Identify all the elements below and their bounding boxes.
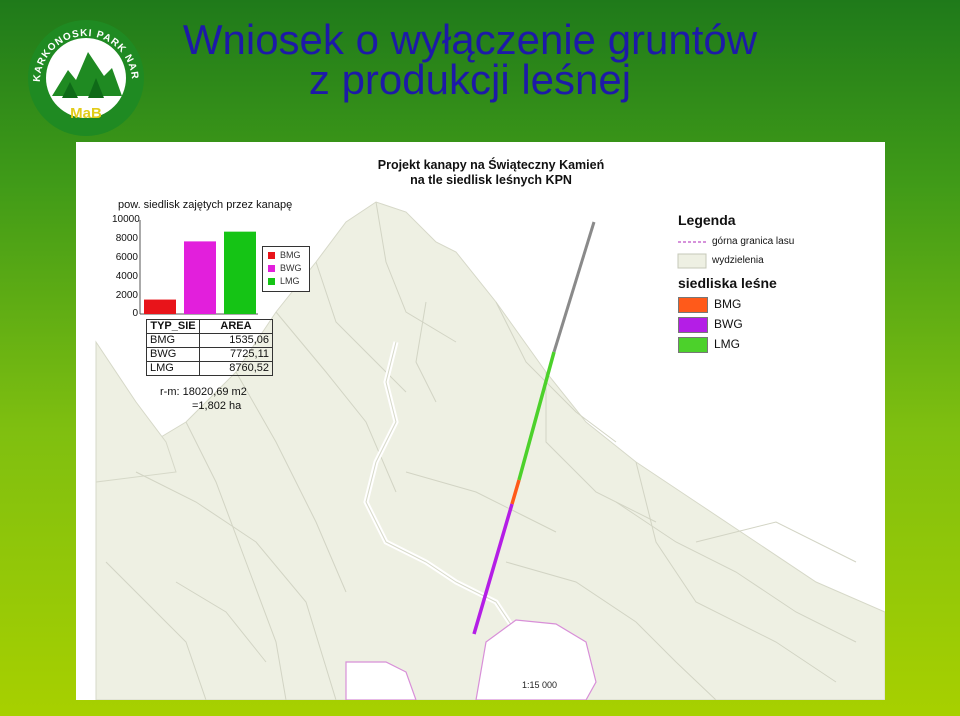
map-scale: 1:15 000	[522, 680, 558, 690]
y-tick-label: 10000	[112, 214, 140, 225]
habitats-title: siedliska leśne	[678, 275, 777, 291]
bar-lmg	[224, 231, 256, 314]
table-cell-area: 7725,11	[199, 347, 273, 362]
y-tick-label: 2000	[115, 290, 138, 301]
area-table: TYP_SIE AREA BMG 1535,06 BWG 7725,11 LMG…	[146, 319, 273, 376]
table-row: BWG 7725,11	[146, 347, 273, 362]
kpn-logo: KARKONOSKI PARK NARODOWY MaB	[26, 18, 144, 136]
summary-line-1: r-m: 18020,69 m2	[160, 386, 247, 398]
subdivision-sample	[677, 253, 707, 269]
chart-legend-label: LMG	[280, 276, 300, 286]
slide-title: Wniosek o wyłączenie gruntów z produkcji…	[150, 16, 790, 103]
chart-legend-label: BMG	[280, 250, 301, 260]
summary-line-2: =1,802 ha	[192, 400, 242, 412]
chart-bars	[144, 231, 256, 314]
y-tick-label: 4000	[115, 271, 138, 282]
legend-label: LMG	[714, 337, 741, 351]
legend-label: BMG	[714, 297, 742, 311]
table-header: TYP_SIE	[146, 319, 200, 334]
legend-swatch	[678, 337, 708, 353]
map-title-line-2: na tle siedlisk leśnych KPN	[410, 173, 572, 187]
map-title: Projekt kanapy na Świąteczny Kamień na t…	[346, 158, 636, 188]
chart-legend: BMG BWG LMG	[262, 246, 310, 292]
bar-bmg	[144, 299, 176, 314]
map-panel: Projekt kanapy na Świąteczny Kamień na t…	[76, 142, 885, 700]
habitat-map	[95, 201, 885, 700]
y-tick-label: 0	[132, 308, 138, 319]
legend-label: BWG	[714, 317, 743, 331]
title-line-2: z produkcji leśnej	[308, 56, 632, 103]
chart-legend-label: BWG	[280, 263, 302, 273]
table-cell-type: BMG	[146, 333, 200, 348]
chart-legend-item: BMG	[268, 250, 301, 260]
y-tick-label: 8000	[115, 233, 138, 244]
chart-legend-item: LMG	[268, 276, 300, 286]
legend-swatch	[678, 317, 708, 333]
y-tick-label: 6000	[115, 252, 138, 263]
legend-title: Legenda	[678, 212, 736, 228]
map-title-line-1: Projekt kanapy na Świąteczny Kamień	[377, 158, 605, 172]
chart-title: pow. siedlisk zajętych przez kanapę	[118, 199, 293, 211]
table-cell-type: BWG	[146, 347, 200, 362]
forest-border-label: górna granica lasu	[712, 236, 795, 247]
table-row: LMG 8760,52	[146, 361, 273, 376]
table-header: AREA	[199, 319, 273, 334]
subdivision-label: wydzielenia	[712, 255, 764, 266]
legend-swatch	[678, 297, 708, 313]
title-line-1: Wniosek o wyłączenie gruntów	[182, 16, 758, 63]
logo-mark-text: MaB	[70, 105, 102, 122]
table-cell-area: 1535,06	[199, 333, 273, 348]
table-row: BMG 1535,06	[146, 333, 273, 348]
bar-bwg	[184, 241, 216, 314]
chart-legend-item: BWG	[268, 263, 302, 273]
table-cell-area: 8760,52	[199, 361, 273, 376]
table-cell-type: LMG	[146, 361, 200, 376]
table-header-row: TYP_SIE AREA	[146, 319, 273, 334]
